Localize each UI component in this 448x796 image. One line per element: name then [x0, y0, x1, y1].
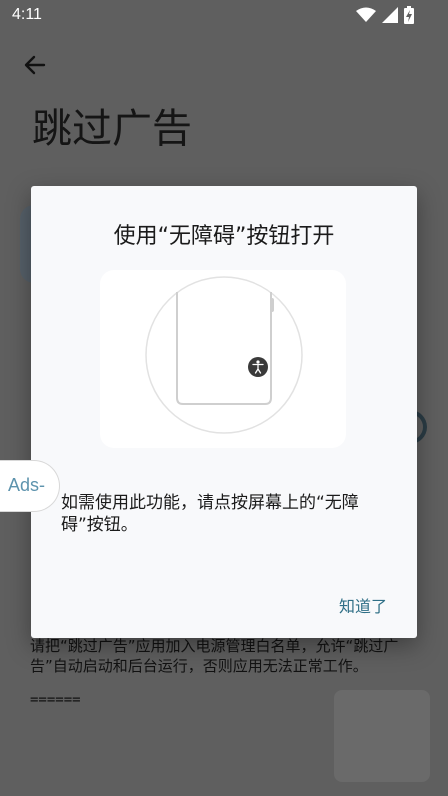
dialog-title: 使用“无障碍”按钮打开 — [113, 224, 335, 249]
page-title: 跳过广告 — [32, 106, 192, 152]
accessibility-dialog: 使用“无障碍”按钮打开 如需使用此功能，请点按屏幕上的“无障碍”按钮。 知道了 — [31, 186, 417, 638]
status-icons — [356, 6, 414, 24]
ads-badge-label: Ads- — [8, 475, 46, 495]
battery-charging-icon — [404, 6, 414, 24]
arrow-left-icon[interactable] — [22, 52, 48, 78]
whitelist-notice: 请把“跳过广告”应用加入电源管理白名单，允许“跳过广告”自动启动和后台运行，否则… — [30, 637, 399, 675]
cell-signal-icon — [382, 7, 398, 23]
separator-text: ====== — [30, 692, 81, 708]
wifi-icon — [356, 7, 376, 22]
status-bar: 4:11 — [0, 0, 448, 32]
accessibility-button-illustration — [100, 270, 346, 448]
dialog-body: 如需使用此功能，请点按屏幕上的“无障碍”按钮。 — [61, 493, 359, 535]
background-button — [334, 690, 430, 782]
got-it-button[interactable]: 知道了 — [339, 593, 387, 617]
status-time: 4:11 — [12, 6, 42, 23]
floating-ads-badge[interactable]: Ads- — [0, 460, 60, 512]
